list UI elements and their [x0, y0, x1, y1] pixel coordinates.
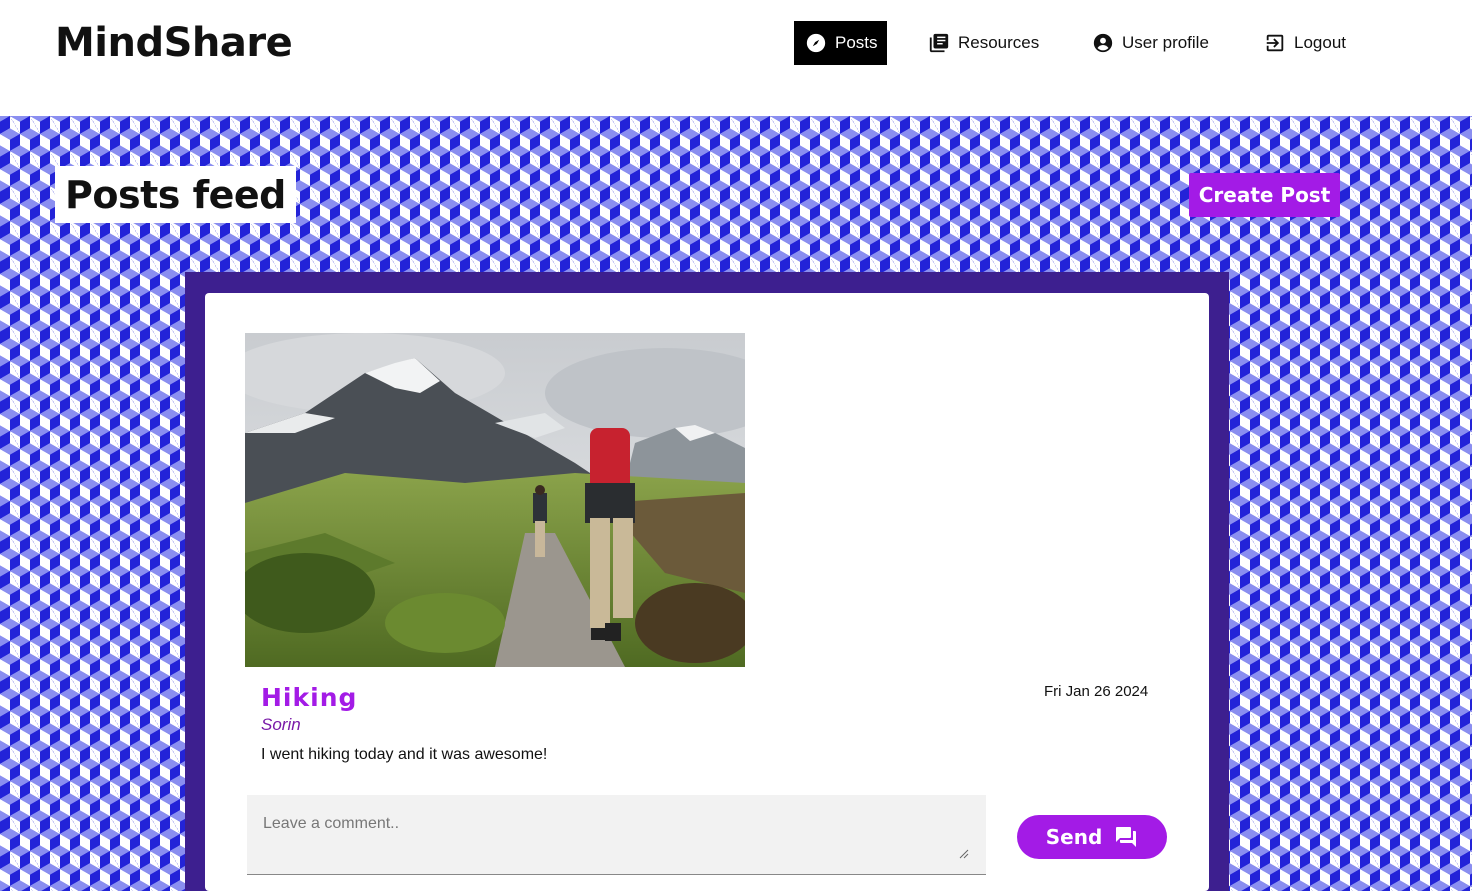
nav-resources[interactable]: Resources [917, 21, 1050, 65]
logout-icon [1264, 32, 1286, 54]
top-header: MindShare Posts Resources User profile L… [0, 0, 1472, 116]
forum-icon [1114, 825, 1138, 849]
post-date: Fri Jan 26 2024 [1044, 683, 1149, 700]
nav-posts[interactable]: Posts [794, 21, 887, 65]
hiking-photo-icon [245, 333, 745, 667]
post-image [245, 333, 745, 667]
nav-posts-label: Posts [835, 33, 878, 52]
post-title: Hiking [261, 683, 358, 712]
post-author: Sorin [261, 715, 301, 734]
post-body: I went hiking today and it was awesome! [261, 746, 548, 763]
account-circle-icon [1092, 32, 1114, 54]
nav-user-profile-label: User profile [1122, 33, 1209, 52]
page-title: Posts feed [65, 172, 286, 217]
compass-icon [805, 32, 827, 54]
send-comment-button[interactable]: Send [1017, 815, 1167, 859]
nav-logout[interactable]: Logout [1253, 21, 1357, 65]
resize-handle-icon[interactable] [957, 846, 969, 859]
library-books-icon [928, 32, 950, 54]
nav-logout-label: Logout [1294, 33, 1346, 52]
page-title-box: Posts feed [55, 166, 296, 223]
nav-resources-label: Resources [958, 33, 1040, 52]
comment-input[interactable] [247, 795, 986, 875]
create-post-button[interactable]: Create Post [1189, 173, 1340, 217]
send-button-label: Send [1045, 825, 1103, 849]
app-logo[interactable]: MindShare [55, 20, 293, 66]
nav-user-profile[interactable]: User profile [1081, 21, 1220, 65]
